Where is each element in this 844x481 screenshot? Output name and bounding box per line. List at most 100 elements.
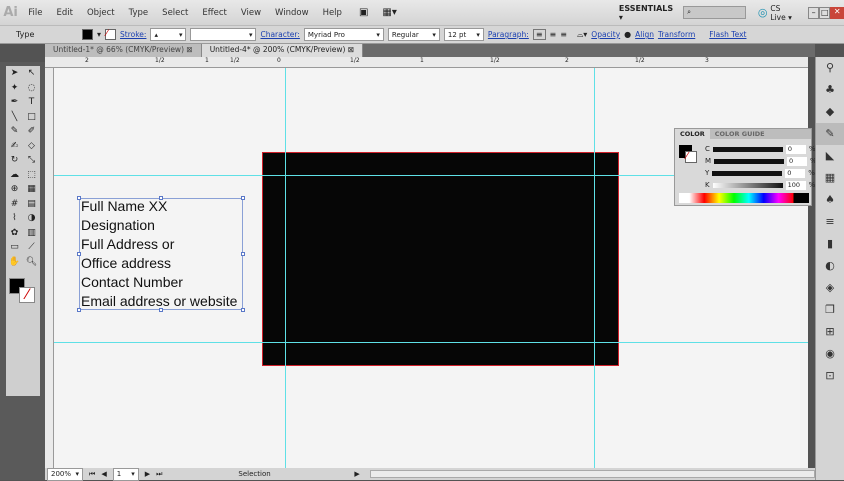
pen-tool-icon[interactable]: ✒ [6,97,23,112]
artboard-number-select[interactable]: 1 ▾ [112,467,139,481]
stroke-weight-field[interactable]: ▴ ▾ [150,28,187,41]
envelope-icon[interactable]: ⌓▾ [577,30,587,40]
yellow-value[interactable]: 0 [785,168,806,178]
fill-dropdown-icon[interactable]: ▾ [97,30,101,39]
magic-wand-icon[interactable]: ✦ [6,83,23,98]
cyan-value[interactable]: 0 [785,144,806,154]
next-artboard-button[interactable]: ▶ [145,470,150,478]
menu-object[interactable]: Object [80,8,122,18]
font-search-field[interactable]: ▾ [190,28,257,41]
color-spectrum[interactable] [679,193,809,203]
character-link[interactable]: Character: [260,30,299,39]
guide-vertical[interactable] [285,68,286,468]
text-line-address[interactable]: Full Address or [80,235,242,254]
workspace-switcher[interactable]: ESSENTIALS ▾ [619,4,673,22]
black-slider[interactable] [712,182,783,188]
perspective-grid-icon[interactable]: ▦ [23,184,40,199]
previous-artboard-button[interactable]: ◀ [101,470,106,478]
align-center-icon[interactable]: ≡ [550,30,557,39]
maximize-button[interactable]: □ [819,6,831,19]
fill-swatch[interactable] [82,29,93,40]
layers-icon[interactable]: ◈ [816,277,844,299]
close-button[interactable]: ✕ [830,6,844,19]
resize-handle[interactable] [241,196,245,200]
mesh-tool-icon[interactable]: # [6,199,23,214]
transform-link[interactable]: Transform [658,30,695,39]
stroke-icon[interactable]: ≡ [816,211,844,233]
menu-edit[interactable]: Edit [49,8,79,18]
cs-live-button[interactable]: CS Live ▾ [770,4,796,22]
selection-tool-icon[interactable]: ➤ [6,68,23,83]
align-right-icon[interactable]: ≡ [560,30,567,39]
tab-color-guide[interactable]: COLOR GUIDE [710,129,770,139]
opacity-link[interactable]: Opacity [591,30,620,39]
gradient-tool-icon[interactable]: ▤ [23,199,40,214]
guide-vertical[interactable] [594,68,595,468]
black-value[interactable]: 100 [785,180,806,190]
align-link[interactable]: Align [635,30,654,39]
resize-handle[interactable] [159,196,163,200]
menu-effect[interactable]: Effect [195,8,233,18]
zoom-tool-icon[interactable]: 🔍︎ [23,257,40,272]
symbols-panel-icon[interactable]: ♠ [816,189,844,211]
stroke-link[interactable]: Stroke: [120,30,146,39]
artboards-icon[interactable]: ❐ [816,299,844,321]
resize-handle[interactable] [241,308,245,312]
minimize-button[interactable]: – [808,6,820,19]
text-line-office[interactable]: Office address [80,254,242,273]
menu-select[interactable]: Select [155,8,195,18]
recolor-icon[interactable]: ● [624,30,631,39]
font-style-select[interactable]: Regular ▾ [387,28,440,41]
align-left-icon[interactable]: ≡ [532,29,546,40]
transparency-icon[interactable]: ◐ [816,255,844,277]
lasso-icon[interactable]: ◌ [23,83,40,98]
swatches-icon[interactable]: ▦ [816,167,844,189]
type-tool-icon[interactable]: T [23,97,40,112]
menu-view[interactable]: View [234,8,268,18]
first-artboard-button[interactable]: ⏮ [89,470,95,479]
close-tab-icon[interactable]: ⊠ [348,45,354,54]
tab-untitled-1[interactable]: Untitled-1* @ 66% (CMYK/Preview) ⊠ [45,44,202,57]
last-artboard-button[interactable]: ⏭ [156,470,162,479]
graphic-styles-icon[interactable]: ◆ [816,101,844,123]
graph-tool-icon[interactable]: ▥ [23,228,40,243]
symbols-icon[interactable]: ♣ [816,79,844,101]
menu-type[interactable]: Type [122,8,156,18]
tab-color[interactable]: COLOR [675,129,710,139]
eyedropper-icon[interactable]: ⌇ [6,213,23,228]
horizontal-ruler[interactable]: 2 1/2 1 1/2 0 1/2 1 1/2 2 1/2 3 [45,57,808,68]
blob-brush-icon[interactable]: ✍ [6,141,23,156]
brushes-icon[interactable]: ⚲ [816,57,844,79]
eraser-icon[interactable]: ◇ [23,141,40,156]
slice-tool-icon[interactable]: ⟋ [23,242,40,257]
flash-text-link[interactable]: Flash Text [709,30,746,39]
tab-untitled-4[interactable]: Untitled-4* @ 200% (CMYK/Preview) ⊠ [201,44,364,57]
menu-window[interactable]: Window [268,8,316,18]
align-icon[interactable]: ⊞ [816,321,844,343]
rotate-tool-icon[interactable]: ↻ [6,155,23,170]
rectangle-tool-icon[interactable]: □ [23,112,40,127]
close-tab-icon[interactable]: ⊠ [186,45,192,54]
magenta-slider[interactable] [714,158,785,164]
stroke-color-swatch[interactable]: ⁄ [19,287,35,303]
symbol-sprayer-icon[interactable]: ✿ [6,228,23,243]
artboard-black-rectangle[interactable] [262,152,619,366]
search-input[interactable]: ⌕ [683,6,746,19]
hand-tool-icon[interactable]: ✋ [6,257,23,272]
text-line-designation[interactable]: Designation [80,216,242,235]
navigator-icon[interactable]: ⊡ [816,365,844,387]
color-guide-icon[interactable]: ◣ [816,145,844,167]
stroke-swatch[interactable]: ⁄ [105,29,117,40]
zoom-select[interactable]: 200% ▾ [47,467,83,481]
resize-handle[interactable] [77,308,81,312]
font-size-field[interactable]: 12 pt ▾ [443,28,484,41]
paintbrush-icon[interactable]: ✎ [6,126,23,141]
resize-handle[interactable] [159,308,163,312]
resize-handle[interactable] [77,196,81,200]
line-tool-icon[interactable]: ╲ [6,112,23,127]
current-tool-status[interactable]: Selection [238,470,348,478]
direct-selection-tool-icon[interactable]: ↖ [23,68,40,83]
stroke-color-swatch[interactable]: ⁄ [685,151,697,163]
blend-tool-icon[interactable]: ◑ [23,213,40,228]
menu-help[interactable]: Help [316,8,349,18]
